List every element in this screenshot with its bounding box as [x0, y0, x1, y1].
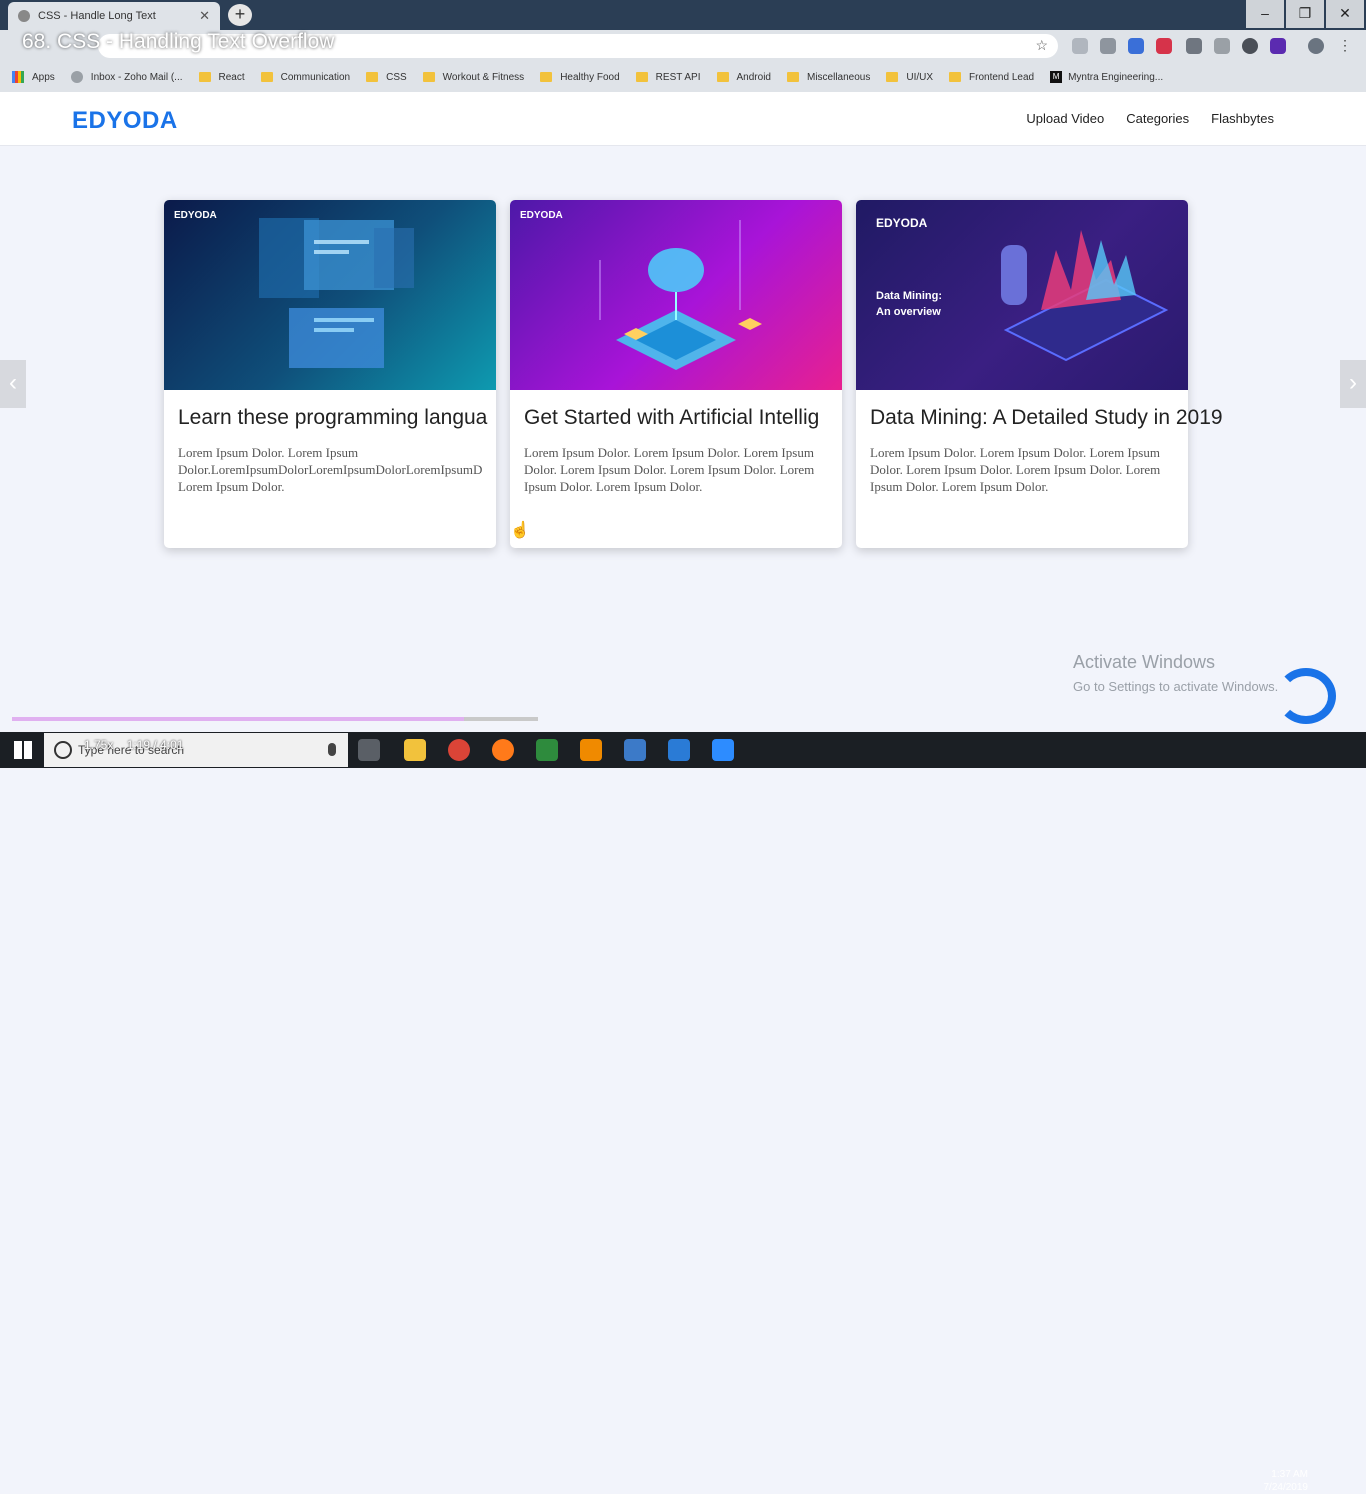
- extension-icon[interactable]: [1072, 38, 1088, 54]
- zoom-icon[interactable]: [712, 739, 734, 761]
- bookmark-item[interactable]: Inbox - Zoho Mail (...: [70, 71, 183, 83]
- card-description: Lorem Ipsum Dolor. Lorem Ipsum Dolor. Lo…: [524, 445, 815, 494]
- extension-icon[interactable]: [1100, 38, 1116, 54]
- apps-icon: [12, 71, 24, 83]
- firefox-icon[interactable]: [492, 739, 514, 761]
- card-title: Data Mining: A Detailed Study in 2019: [870, 406, 1223, 429]
- mail-icon: [70, 71, 83, 83]
- folder-icon: [260, 72, 273, 82]
- bookmark-item[interactable]: Miscellaneous: [786, 72, 870, 83]
- card-thumbnail: EDYODA: [164, 200, 496, 390]
- page-content: EDYODA Upload Video Categories Flashbyte…: [0, 92, 1366, 718]
- extension-icon[interactable]: [1214, 38, 1230, 54]
- network-app-icon[interactable]: [624, 739, 646, 761]
- card-title: Get Started with Artificial Intellig: [524, 406, 820, 429]
- close-tab-icon[interactable]: ✕: [199, 8, 210, 24]
- vlc-icon[interactable]: [580, 739, 602, 761]
- course-card[interactable]: EDYODA Learn these programming langua Lo…: [164, 200, 496, 548]
- clock-time: 1:37 AM: [1271, 1469, 1308, 1480]
- avatar[interactable]: [1308, 38, 1324, 54]
- medium-icon: M: [1050, 71, 1063, 83]
- card-description: Lorem Ipsum Dolor. Lorem Ipsum Dolor. Lo…: [870, 445, 1161, 494]
- carousel-next-button[interactable]: ›: [1340, 360, 1366, 408]
- bookmark-item[interactable]: REST API: [635, 72, 701, 83]
- bookmark-item[interactable]: React: [198, 72, 245, 83]
- extension-icon[interactable]: [1186, 38, 1202, 54]
- folder-icon: [716, 72, 729, 82]
- minimize-button[interactable]: –: [1246, 0, 1284, 28]
- folder-icon: [366, 72, 379, 82]
- bookmark-item[interactable]: Workout & Fitness: [422, 72, 524, 83]
- code-screens-illustration: [259, 218, 414, 368]
- chrome-icon[interactable]: [448, 739, 470, 761]
- shield-icon[interactable]: [1128, 38, 1144, 54]
- activation-subtitle: Go to Settings to activate Windows.: [1073, 679, 1279, 694]
- window-close-button[interactable]: ✕: [1326, 0, 1364, 28]
- folder-icon: [886, 72, 899, 82]
- site-nav: Upload Video Categories Flashbytes: [1026, 111, 1274, 126]
- video-overlay-title: 68. CSS - Handling Text Overflow: [22, 30, 335, 53]
- nav-upload-video[interactable]: Upload Video: [1026, 111, 1104, 126]
- nav-flashbytes[interactable]: Flashbytes: [1211, 111, 1274, 126]
- windows-activation-notice: Activate Windows Go to Settings to activ…: [1073, 652, 1278, 694]
- bookmark-item[interactable]: M Myntra Engineering...: [1050, 71, 1163, 83]
- more-menu-icon[interactable]: ⋮: [1338, 38, 1354, 54]
- bookmarks-bar: Apps Inbox - Zoho Mail (... React Commun…: [0, 62, 1366, 92]
- bookmark-item[interactable]: Healthy Food: [540, 72, 620, 83]
- ai-brain-illustration: [599, 220, 762, 370]
- bookmark-item[interactable]: UI/UX: [886, 72, 933, 83]
- tab-title: CSS - Handle Long Text: [38, 10, 156, 22]
- video-time-readout: 1.75x 1:19 / 4:01: [84, 738, 183, 752]
- folder-icon: [540, 72, 553, 82]
- extension-icon[interactable]: [1156, 38, 1172, 54]
- folder-icon: [786, 72, 799, 82]
- mouse-cursor-icon: ☝: [510, 522, 530, 539]
- site-header: EDYODA Upload Video Categories Flashbyte…: [0, 92, 1366, 146]
- folder-icon: [422, 72, 435, 82]
- browser-tab[interactable]: CSS - Handle Long Text ✕: [8, 2, 220, 30]
- course-card[interactable]: EDYODA Data Mining: An overview Data Min…: [856, 200, 1223, 548]
- folder-icon: [635, 72, 648, 82]
- card-thumbnail: EDYODA Data Mining: An overview: [856, 200, 1188, 390]
- system-clock[interactable]: 1:37 AM 7/24/2019: [1264, 1468, 1309, 1494]
- edyoda-watermark-icon: [1276, 668, 1336, 724]
- card-title: Learn these programming langua: [178, 406, 488, 429]
- microphone-icon[interactable]: [328, 743, 336, 756]
- nav-categories[interactable]: Categories: [1126, 111, 1189, 126]
- bookmark-item[interactable]: CSS: [366, 72, 407, 83]
- browser-tab-bar: CSS - Handle Long Text ✕ + – ❐ ✕: [0, 0, 1366, 30]
- site-logo[interactable]: EDYODA: [72, 107, 178, 135]
- task-view-icon[interactable]: [358, 739, 380, 761]
- bookmark-star-icon[interactable]: ☆: [1035, 37, 1048, 54]
- activation-title: Activate Windows: [1073, 652, 1216, 672]
- video-time: 1:19 / 4:01: [126, 738, 184, 752]
- clock-date: 7/24/2019: [1263, 1482, 1309, 1493]
- video-progress-fill: [12, 717, 465, 721]
- folder-icon: [949, 72, 962, 82]
- spreadsheet-icon[interactable]: [536, 739, 558, 761]
- bookmark-item[interactable]: Communication: [260, 72, 350, 83]
- extension-icon[interactable]: [1270, 38, 1286, 54]
- folder-icon: [198, 72, 211, 82]
- cortana-icon: [54, 741, 72, 759]
- vscode-icon[interactable]: [668, 739, 690, 761]
- card-description: Lorem Ipsum Dolor. Lorem Ipsum Dolor.Lor…: [178, 445, 483, 494]
- data-mining-illustration: [1001, 230, 1169, 362]
- file-explorer-icon[interactable]: [404, 739, 426, 761]
- windows-start-icon[interactable]: [14, 741, 32, 759]
- bookmark-apps[interactable]: Apps: [12, 71, 55, 83]
- favicon-icon: [18, 10, 30, 22]
- new-tab-button[interactable]: +: [228, 4, 252, 26]
- bookmark-item[interactable]: Android: [716, 72, 771, 83]
- maximize-button[interactable]: ❐: [1286, 0, 1324, 28]
- card-thumbnail: EDYODA: [510, 200, 842, 390]
- playback-speed[interactable]: 1.75x: [84, 738, 113, 752]
- profile-icon[interactable]: [1242, 38, 1258, 54]
- video-progress-bar[interactable]: [12, 717, 538, 721]
- carousel-prev-button[interactable]: ‹: [0, 360, 26, 408]
- bookmark-item[interactable]: Frontend Lead: [949, 72, 1034, 83]
- course-card[interactable]: EDYODA Get Started with Artificial Intel…: [510, 200, 842, 548]
